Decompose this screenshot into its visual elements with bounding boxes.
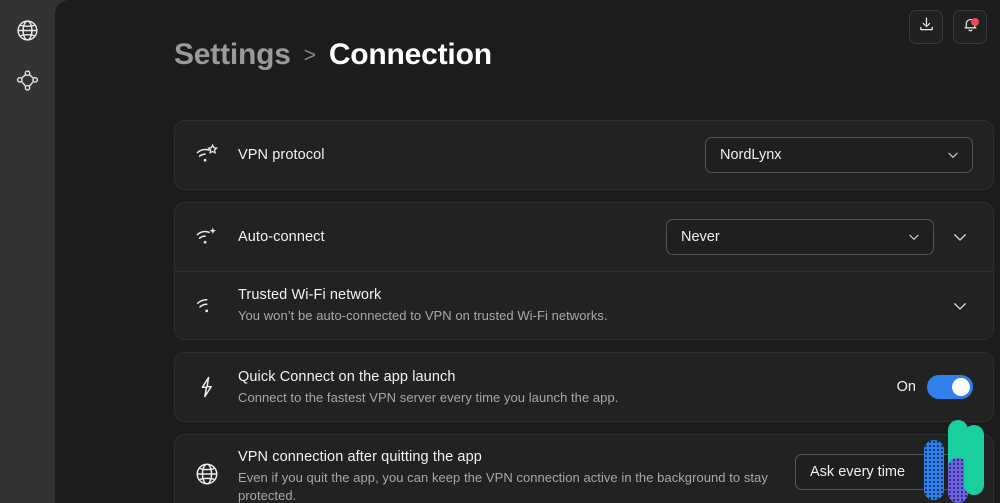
setting-row-quick-connect[interactable]: Quick Connect on the app launch Connect … <box>175 353 993 421</box>
setting-text: VPN connection after quitting the app Ev… <box>238 448 795 503</box>
main-panel: Settings > Connection VPN protocol NordL… <box>55 0 1000 503</box>
globe-icon <box>15 18 40 43</box>
auto-connect-select[interactable]: Never <box>666 219 934 255</box>
setting-row-auto-connect[interactable]: Auto-connect Never <box>175 203 993 271</box>
breadcrumb: Settings > Connection <box>174 38 492 72</box>
settings-list: VPN protocol NordLynx Auto-connect Never… <box>174 120 994 503</box>
wifi-star-icon <box>194 142 238 168</box>
setting-title: VPN connection after quitting the app <box>238 449 482 465</box>
trusted-wifi-expander[interactable] <box>947 293 973 319</box>
setting-row-trusted-wifi-network[interactable]: Trusted Wi-Fi network You won’t be auto-… <box>175 271 993 339</box>
toggle-state-label: On <box>896 379 916 395</box>
setting-title: Auto-connect <box>238 228 325 245</box>
toggle-knob <box>952 378 970 396</box>
meshnet-icon <box>15 68 40 93</box>
setting-subtitle: You won’t be auto-connected to VPN on tr… <box>238 308 608 323</box>
auto-connect-expander[interactable] <box>947 224 973 250</box>
settings-card-quitting: VPN connection after quitting the app Ev… <box>174 434 994 503</box>
app-window: Settings > Connection VPN protocol NordL… <box>0 0 1000 503</box>
vpn-protocol-select[interactable]: NordLynx <box>705 137 973 173</box>
setting-text: VPN protocol <box>238 146 705 165</box>
quick-connect-toggle[interactable] <box>927 375 973 399</box>
setting-control: Ask every time <box>795 448 973 490</box>
wifi-icon <box>194 293 238 319</box>
setting-row-vpn-protocol[interactable]: VPN protocol NordLynx <box>175 121 993 189</box>
wifi-sparkle-icon <box>194 224 238 250</box>
settings-card-protocol: VPN protocol NordLynx <box>174 120 994 190</box>
chevron-down-icon <box>907 230 921 244</box>
setting-text: Auto-connect <box>238 228 666 247</box>
setting-control: NordLynx <box>705 137 973 173</box>
sidebar-item-vpn-globe[interactable] <box>8 10 48 50</box>
chevron-down-icon <box>946 465 960 479</box>
setting-control: On <box>897 375 973 399</box>
notification-badge <box>971 18 979 26</box>
setting-control <box>947 293 973 319</box>
vpn-protocol-value: NordLynx <box>720 147 782 163</box>
chevron-down-icon <box>946 148 960 162</box>
setting-title: Trusted Wi-Fi network <box>238 287 382 303</box>
auto-connect-value: Never <box>681 229 720 245</box>
setting-title: VPN protocol <box>238 146 325 163</box>
settings-card-quickconnect: Quick Connect on the app launch Connect … <box>174 352 994 422</box>
setting-row-vpn-after-quit[interactable]: VPN connection after quitting the app Ev… <box>175 435 993 503</box>
page-title: Connection <box>328 38 492 71</box>
window-actions <box>909 10 987 44</box>
notifications-button[interactable] <box>953 10 987 44</box>
setting-subtitle: Connect to the fastest VPN server every … <box>238 389 619 405</box>
download-button[interactable] <box>909 10 943 44</box>
chevron-right-icon: > <box>303 44 316 67</box>
setting-title: Quick Connect on the app launch <box>238 368 456 385</box>
setting-text: Quick Connect on the app launch Connect … <box>238 368 897 407</box>
download-icon <box>918 16 935 38</box>
globe-icon <box>194 448 238 487</box>
vpn-after-quit-value: Ask every time <box>810 464 906 480</box>
quick-connect-toggle-group: On <box>897 375 973 399</box>
settings-card-autoconnect: Auto-connect Never Trusted Wi-Fi network… <box>174 202 994 340</box>
lightning-bolt-icon <box>194 374 238 400</box>
breadcrumb-settings[interactable]: Settings <box>174 38 291 72</box>
setting-text: Trusted Wi-Fi network You won’t be auto-… <box>238 286 947 325</box>
sidebar-item-meshnet[interactable] <box>8 60 48 100</box>
vpn-after-quit-select[interactable]: Ask every time <box>795 454 973 490</box>
sidebar <box>0 0 55 503</box>
setting-control: Never <box>666 219 973 255</box>
setting-subtitle: Even if you quit the app, you can keep t… <box>238 470 768 503</box>
